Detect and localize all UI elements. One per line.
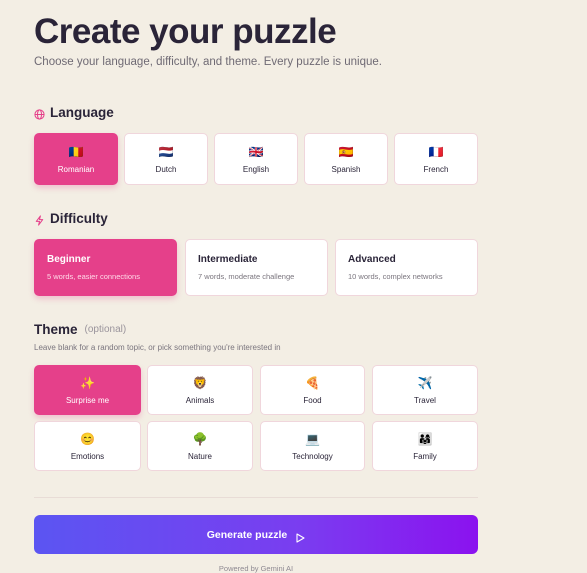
difficulty-description: 5 words, easier connections bbox=[47, 272, 140, 281]
difficulty-title: Beginner bbox=[47, 254, 91, 265]
language-option-label: Spanish bbox=[331, 164, 361, 174]
language-option-romanian[interactable]: 🇷🇴 Romanian bbox=[34, 133, 118, 185]
language-heading: Language bbox=[50, 105, 114, 120]
theme-optional-label: (optional) bbox=[84, 324, 127, 335]
difficulty-option-intermediate[interactable]: Intermediate 7 words, moderate challenge bbox=[185, 239, 328, 296]
language-option-french[interactable]: 🇫🇷 French bbox=[394, 133, 478, 185]
theme-option-surprise-me[interactable]: ✨ Surprise me bbox=[34, 365, 141, 415]
theme-option-travel[interactable]: ✈️ Travel bbox=[372, 365, 478, 415]
difficulty-title: Intermediate bbox=[198, 254, 258, 265]
difficulty-description: 10 words, complex networks bbox=[348, 272, 443, 281]
language-option-label: Dutch bbox=[155, 164, 177, 174]
language-option-label: Romanian bbox=[57, 164, 95, 174]
language-option-label: French bbox=[423, 164, 449, 174]
airplane-icon: ✈️ bbox=[417, 375, 433, 390]
theme-option-food[interactable]: 🍕 Food bbox=[260, 365, 365, 415]
section-divider bbox=[34, 497, 478, 498]
france-flag-icon: 🇫🇷 bbox=[428, 144, 444, 159]
language-option-dutch[interactable]: 🇳🇱 Dutch bbox=[124, 133, 208, 185]
generate-puzzle-button[interactable]: Generate puzzle bbox=[34, 515, 478, 554]
theme-option-label: Technology bbox=[292, 451, 333, 461]
theme-option-label: Animals bbox=[185, 395, 215, 405]
theme-option-nature[interactable]: 🌳 Nature bbox=[147, 421, 253, 471]
difficulty-option-beginner[interactable]: Beginner 5 words, easier connections bbox=[34, 239, 177, 296]
lightning-icon bbox=[34, 213, 45, 226]
generate-puzzle-label: Generate puzzle bbox=[206, 528, 288, 541]
sparkles-icon: ✨ bbox=[80, 375, 95, 390]
romania-flag-icon: 🇷🇴 bbox=[68, 144, 84, 159]
smiley-icon: 😊 bbox=[80, 431, 95, 446]
pizza-icon: 🍕 bbox=[305, 375, 320, 390]
difficulty-option-advanced[interactable]: Advanced 10 words, complex networks bbox=[335, 239, 478, 296]
language-section-heading: Language bbox=[34, 105, 114, 120]
play-icon bbox=[295, 530, 305, 543]
theme-option-label: Family bbox=[413, 451, 437, 461]
theme-hint: Leave blank for a random topic, or pick … bbox=[34, 343, 281, 352]
theme-option-animals[interactable]: 🦁 Animals bbox=[147, 365, 253, 415]
language-option-spanish[interactable]: 🇪🇸 Spanish bbox=[304, 133, 388, 185]
tree-icon: 🌳 bbox=[192, 431, 208, 446]
page-title: Create your puzzle bbox=[34, 12, 337, 51]
theme-option-emotions[interactable]: 😊 Emotions bbox=[34, 421, 141, 471]
language-option-english[interactable]: 🇬🇧 English bbox=[214, 133, 298, 185]
theme-option-label: Food bbox=[303, 395, 322, 405]
uk-flag-icon: 🇬🇧 bbox=[248, 144, 264, 159]
netherlands-flag-icon: 🇳🇱 bbox=[158, 144, 174, 159]
theme-heading: Theme bbox=[34, 322, 78, 337]
theme-option-label: Emotions bbox=[70, 451, 105, 461]
theme-option-family[interactable]: 👨‍👩‍👧 Family bbox=[372, 421, 478, 471]
theme-option-technology[interactable]: 💻 Technology bbox=[260, 421, 365, 471]
difficulty-section-heading: Difficulty bbox=[34, 211, 108, 226]
page-subtitle: Choose your language, difficulty, and th… bbox=[34, 56, 382, 68]
difficulty-description: 7 words, moderate challenge bbox=[198, 272, 295, 281]
difficulty-heading: Difficulty bbox=[50, 211, 108, 226]
powered-by-footer: Powered by Gemini AI bbox=[218, 564, 294, 573]
theme-section-heading: Theme (optional) bbox=[34, 322, 126, 337]
theme-option-label: Nature bbox=[187, 451, 212, 461]
globe-icon bbox=[34, 107, 45, 120]
theme-option-label: Travel bbox=[414, 395, 436, 405]
difficulty-title: Advanced bbox=[348, 254, 396, 265]
family-icon: 👨‍👩‍👧 bbox=[417, 431, 433, 446]
theme-option-label: Surprise me bbox=[65, 395, 110, 405]
laptop-icon: 💻 bbox=[305, 431, 320, 446]
language-option-label: English bbox=[242, 164, 270, 174]
spain-flag-icon: 🇪🇸 bbox=[338, 144, 354, 159]
lion-icon: 🦁 bbox=[192, 375, 208, 390]
